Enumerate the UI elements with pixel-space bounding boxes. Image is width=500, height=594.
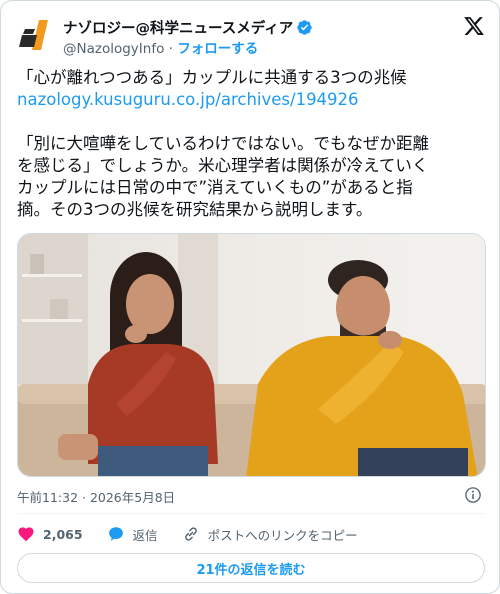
link-icon bbox=[184, 527, 197, 541]
article-link[interactable]: nazology.kusuguru.co.jp/archives/194926 bbox=[17, 90, 359, 109]
reply-label: 返信 bbox=[132, 527, 158, 543]
couple-photo bbox=[18, 234, 485, 476]
reply-button[interactable]: 返信 bbox=[107, 525, 158, 544]
handle[interactable]: @NazologyInfo bbox=[63, 41, 164, 57]
x-logo-icon[interactable] bbox=[463, 15, 485, 37]
handle-separator: · bbox=[168, 41, 173, 57]
verified-badge-icon bbox=[297, 20, 313, 35]
post-headline: 「心が離れつつある」カップルに共通する3つの兆候 bbox=[17, 68, 407, 87]
like-count: 2,065 bbox=[43, 526, 83, 542]
body-line: 「別に大喧嘩をしているわけではない。でもなぜか距離 bbox=[17, 134, 430, 153]
divider bbox=[17, 513, 485, 514]
heart-icon bbox=[18, 527, 34, 542]
post-body: 「心が離れつつある」カップルに共通する3つの兆候 nazology.kusugu… bbox=[17, 67, 487, 221]
info-icon[interactable] bbox=[464, 486, 482, 504]
post-card: ナゾロジー@科学ニュースメディア @NazologyInfo · フォローする … bbox=[0, 0, 500, 594]
post-timestamp[interactable]: 午前11:32 · 2026年5月8日 bbox=[17, 487, 175, 506]
copy-link-button[interactable]: ポストへのリンクをコピー bbox=[182, 525, 358, 544]
copy-link-label: ポストへのリンクをコピー bbox=[207, 527, 358, 543]
like-button[interactable]: 2,065 bbox=[17, 525, 83, 543]
reply-bubble-icon bbox=[108, 527, 123, 541]
read-replies-button[interactable]: 21件の返信を読む bbox=[17, 553, 485, 583]
body-line: カップルには日常の中で”消えていくもの”があると指 bbox=[17, 178, 413, 197]
body-line: を感じる」でしょうか。米心理学者は関係が冷えていく bbox=[17, 156, 429, 175]
post-header: ナゾロジー@科学ニュースメディア @NazologyInfo · フォローする bbox=[17, 15, 485, 57]
action-bar: 2,065 返信 ポストへのリンクをコピー bbox=[17, 523, 382, 545]
post-image[interactable] bbox=[17, 233, 486, 477]
display-name[interactable]: ナゾロジー@科学ニュースメディア bbox=[63, 17, 293, 38]
body-line: 摘。その3つの兆候を研究結果から説明します。 bbox=[17, 200, 373, 219]
avatar[interactable] bbox=[17, 17, 53, 53]
follow-button[interactable]: フォローする bbox=[177, 41, 258, 57]
